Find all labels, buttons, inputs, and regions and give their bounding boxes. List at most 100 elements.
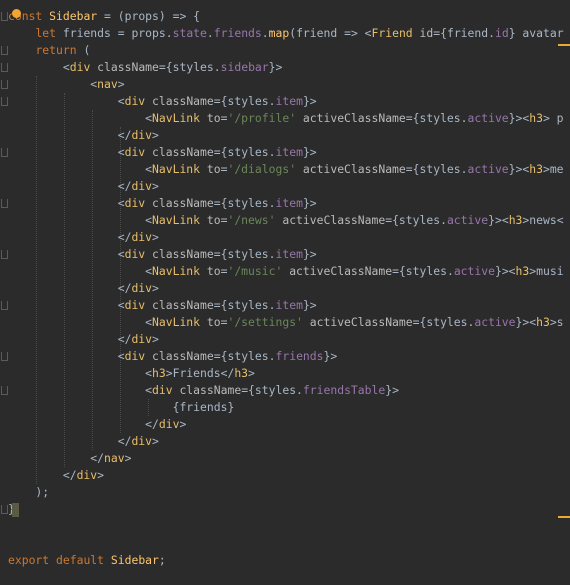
code-line[interactable]: <NavLink to='/profile' activeClassName={… xyxy=(8,110,563,127)
code-line[interactable]: </div> xyxy=(8,467,104,484)
code-token: > xyxy=(124,451,132,465)
code-line[interactable]: ); xyxy=(8,484,49,501)
intention-bulb-icon[interactable] xyxy=(12,9,21,18)
code-token: }>< xyxy=(515,315,537,329)
fold-marker-icon[interactable] xyxy=(1,199,8,208)
code-token: }> xyxy=(302,145,317,159)
code-token: }> xyxy=(302,94,317,108)
code-token: ( xyxy=(76,43,91,57)
code-line[interactable]: <NavLink to='/dialogs' activeClassName={… xyxy=(8,161,564,178)
fold-marker-icon[interactable] xyxy=(1,505,8,514)
code-line[interactable]: </div> xyxy=(8,280,159,297)
code-token: ={styles. xyxy=(412,315,475,329)
code-token: h3 xyxy=(152,366,166,380)
code-token: < xyxy=(8,196,125,210)
fold-marker-icon[interactable] xyxy=(1,301,8,310)
code-line[interactable]: <div className={styles.item}> xyxy=(8,246,317,263)
code-line[interactable]: <div className={styles.item}> xyxy=(8,93,317,110)
code-line[interactable]: <NavLink to='/news' activeClassName={sty… xyxy=(8,212,564,229)
code-token: >news< xyxy=(522,213,564,227)
code-token: }>< xyxy=(494,264,516,278)
code-line[interactable]: {friends} xyxy=(8,399,235,416)
code-token: to xyxy=(206,264,221,278)
code-token: activeClassName xyxy=(302,111,406,125)
code-line[interactable]: const Sidebar = (props) => { xyxy=(8,8,200,25)
fold-marker-icon[interactable] xyxy=(1,63,8,72)
code-line[interactable]: </div> xyxy=(8,229,159,246)
code-line[interactable]: <NavLink to='/settings' activeClassName=… xyxy=(8,314,564,331)
fold-marker-icon[interactable] xyxy=(1,386,8,395)
fold-marker-icon[interactable] xyxy=(1,46,8,55)
code-line[interactable]: <nav> xyxy=(8,76,124,93)
code-line[interactable]: let friends = props.state.friends.map(fr… xyxy=(8,25,563,42)
code-token: < xyxy=(8,111,153,125)
code-token: > xyxy=(97,468,105,482)
fold-marker-icon[interactable] xyxy=(1,80,8,89)
code-token: < xyxy=(8,77,98,91)
code-token: div xyxy=(76,468,98,482)
code-token: . xyxy=(261,26,269,40)
fold-marker-icon[interactable] xyxy=(1,148,8,157)
code-token: h3 xyxy=(529,162,543,176)
code-token: id xyxy=(494,26,509,40)
fold-marker-icon[interactable] xyxy=(1,250,8,259)
code-token: h3 xyxy=(234,366,249,380)
code-token: div xyxy=(124,298,146,312)
code-token: nav xyxy=(97,77,118,91)
fold-marker-icon[interactable] xyxy=(1,12,8,21)
code-line[interactable]: </nav> xyxy=(8,450,131,467)
code-line[interactable]: </div> xyxy=(8,416,186,433)
code-line[interactable]: </div> xyxy=(8,433,159,450)
code-editor[interactable]: const Sidebar = (props) => { let friends… xyxy=(0,0,570,585)
code-token: item xyxy=(275,94,303,108)
fold-marker-icon[interactable] xyxy=(1,352,8,361)
code-token: div xyxy=(131,230,153,244)
code-token: NavLink xyxy=(152,162,201,176)
code-line[interactable]: <NavLink to='/music' activeClassName={st… xyxy=(8,263,563,280)
code-line[interactable]: return ( xyxy=(8,42,90,59)
warning-marker-icon[interactable] xyxy=(558,516,570,518)
code-line[interactable]: <div className={styles.sidebar}> xyxy=(8,59,283,76)
code-token: > xyxy=(152,281,159,295)
code-line[interactable]: </div> xyxy=(8,127,159,144)
code-token: Sidebar xyxy=(110,553,159,567)
code-token: < xyxy=(8,60,70,74)
code-token: }>< xyxy=(508,162,530,176)
code-token: }> xyxy=(268,60,283,74)
code-token: activeClassName xyxy=(289,264,393,278)
code-token: >me xyxy=(542,162,564,176)
code-token: >s xyxy=(549,315,564,329)
code-line[interactable]: <div className={styles.friendsTable}> xyxy=(8,382,399,399)
code-line[interactable]: </div> xyxy=(8,331,159,348)
code-token: ={styles. xyxy=(158,60,221,74)
code-token: active xyxy=(446,213,489,227)
code-line[interactable]: <div className={styles.item}> xyxy=(8,195,317,212)
code-token: < xyxy=(8,162,153,176)
code-token: < xyxy=(8,315,153,329)
code-token: </ xyxy=(8,230,132,244)
code-token: ={friend. xyxy=(433,26,495,40)
fold-marker-icon[interactable] xyxy=(1,97,8,106)
code-line[interactable]: <div className={styles.friends}> xyxy=(8,348,338,365)
code-token: }> xyxy=(385,383,399,397)
code-line[interactable]: <div className={styles.item}> xyxy=(8,297,317,314)
code-line[interactable]: export default Sidebar; xyxy=(8,552,166,569)
code-line[interactable]: </div> xyxy=(8,178,159,195)
code-line[interactable]: <div className={styles.item}> xyxy=(8,144,317,161)
code-token: map xyxy=(268,26,290,40)
code-token: h3 xyxy=(529,111,543,125)
code-token: ={styles. xyxy=(392,264,454,278)
code-token: to xyxy=(206,315,221,329)
code-token: div xyxy=(131,128,153,142)
warning-marker-icon[interactable] xyxy=(558,44,570,46)
code-token: className xyxy=(152,298,214,312)
code-token: < xyxy=(8,366,153,380)
code-token: to xyxy=(206,111,221,125)
code-token: item xyxy=(275,196,303,210)
code-line[interactable]: <h3>Friends</h3> xyxy=(8,365,255,382)
